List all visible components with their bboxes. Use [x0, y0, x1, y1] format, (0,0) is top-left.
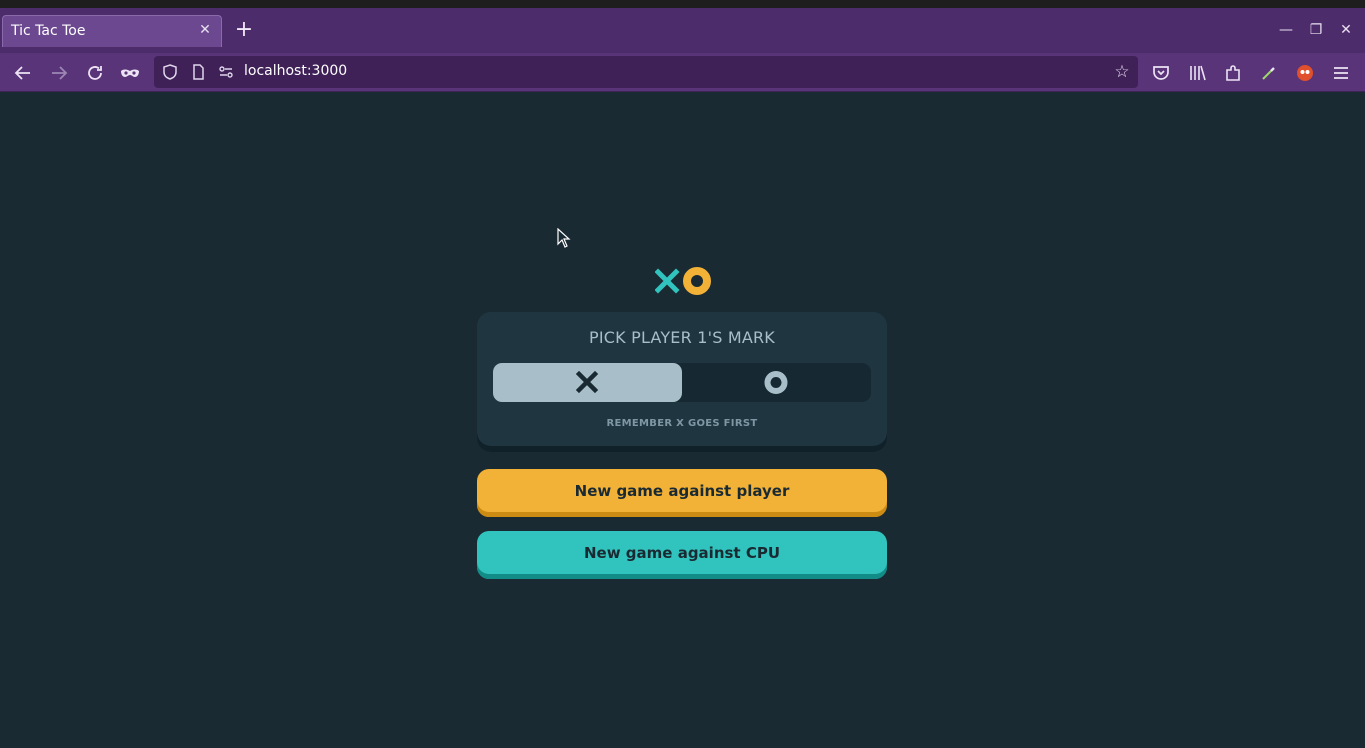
- close-window-icon[interactable]: ✕: [1336, 20, 1356, 40]
- bookmark-star-icon[interactable]: ☆: [1112, 62, 1132, 82]
- browser-tab[interactable]: Tic Tac Toe ✕: [2, 15, 222, 47]
- new-game-vs-cpu-button[interactable]: New game against CPU: [477, 531, 887, 579]
- close-icon[interactable]: ✕: [197, 22, 213, 38]
- mark-option-x[interactable]: [493, 363, 682, 402]
- pocket-icon[interactable]: [1149, 61, 1173, 85]
- shield-icon[interactable]: [161, 63, 179, 81]
- card-title: PICK PLAYER 1'S MARK: [588, 328, 775, 347]
- page-content: PICK PLAYER 1'S MARK REMEMBER X GOES FIR…: [0, 93, 1365, 748]
- site-permissions-icon[interactable]: [217, 63, 235, 81]
- logo: [655, 267, 711, 295]
- x-mark-icon: [655, 268, 680, 294]
- plus-icon[interactable]: +: [233, 19, 255, 42]
- minimize-icon[interactable]: —: [1276, 20, 1296, 40]
- o-mark-icon: [764, 371, 788, 394]
- tab-title: Tic Tac Toe: [11, 23, 86, 39]
- eyedropper-icon[interactable]: [1257, 61, 1281, 85]
- url-text: localhost:3000: [244, 63, 348, 79]
- extensions-icon[interactable]: [1221, 61, 1245, 85]
- restore-icon[interactable]: ❐: [1306, 20, 1326, 40]
- mark-option-o[interactable]: [682, 363, 871, 402]
- forward-arrow-icon[interactable]: [47, 61, 71, 85]
- browser-nav-bar: localhost:3000 ☆: [0, 53, 1365, 92]
- menu-icon[interactable]: [1329, 61, 1353, 85]
- library-icon[interactable]: [1185, 61, 1209, 85]
- mouse-cursor-icon: [557, 228, 571, 248]
- url-bar[interactable]: localhost:3000 ☆: [154, 56, 1138, 88]
- back-arrow-icon[interactable]: [11, 61, 35, 85]
- o-mark-icon: [683, 267, 711, 295]
- mark-picker-card: PICK PLAYER 1'S MARK REMEMBER X GOES FIR…: [477, 312, 887, 452]
- system-top-bar: [0, 0, 1365, 8]
- card-hint: REMEMBER X GOES FIRST: [606, 418, 758, 429]
- page-icon: [189, 63, 207, 81]
- reload-icon[interactable]: [83, 61, 107, 85]
- x-mark-icon: [575, 370, 599, 394]
- private-mask-icon[interactable]: [118, 61, 142, 85]
- mark-toggle: [493, 363, 871, 402]
- addon-icon[interactable]: [1293, 61, 1317, 85]
- new-game-vs-player-button[interactable]: New game against player: [477, 469, 887, 517]
- browser-tab-bar: Tic Tac Toe ✕ + — ❐ ✕: [0, 8, 1365, 53]
